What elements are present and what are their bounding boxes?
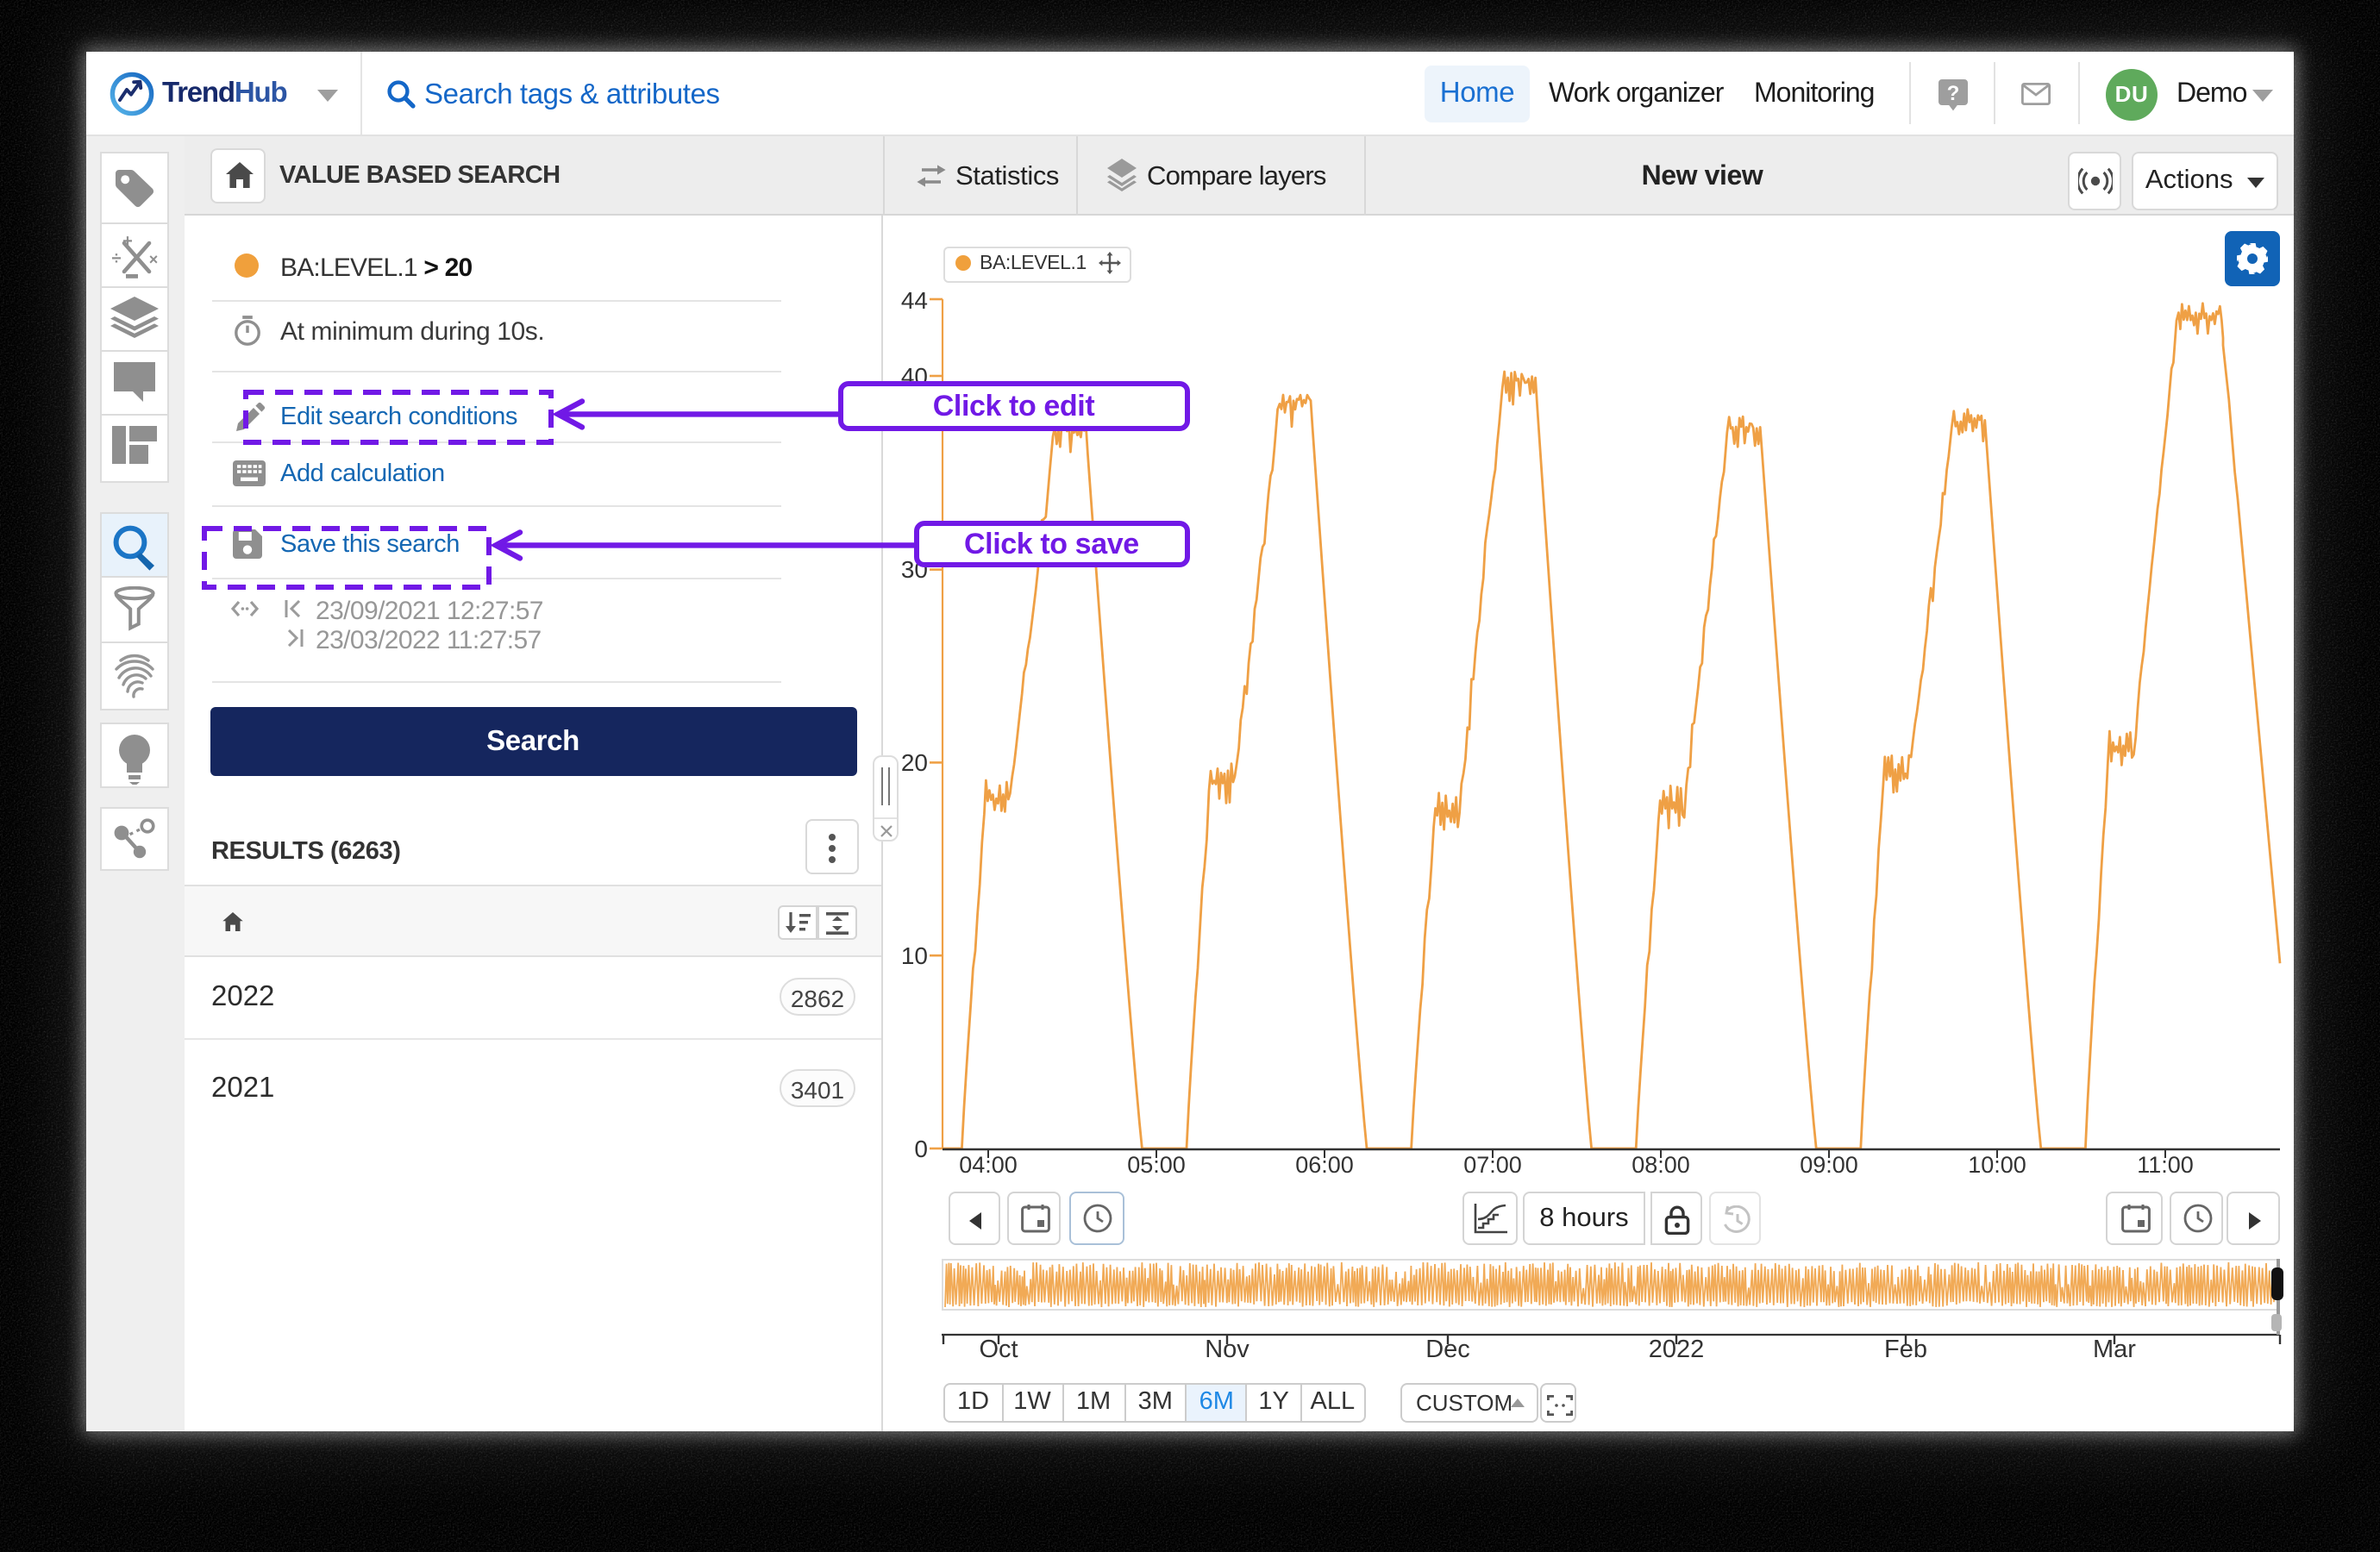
svg-text:?: ? (1947, 82, 1960, 105)
svg-text:×: × (149, 251, 159, 268)
svg-text:+: + (122, 233, 133, 251)
svg-text:÷: ÷ (112, 249, 122, 268)
